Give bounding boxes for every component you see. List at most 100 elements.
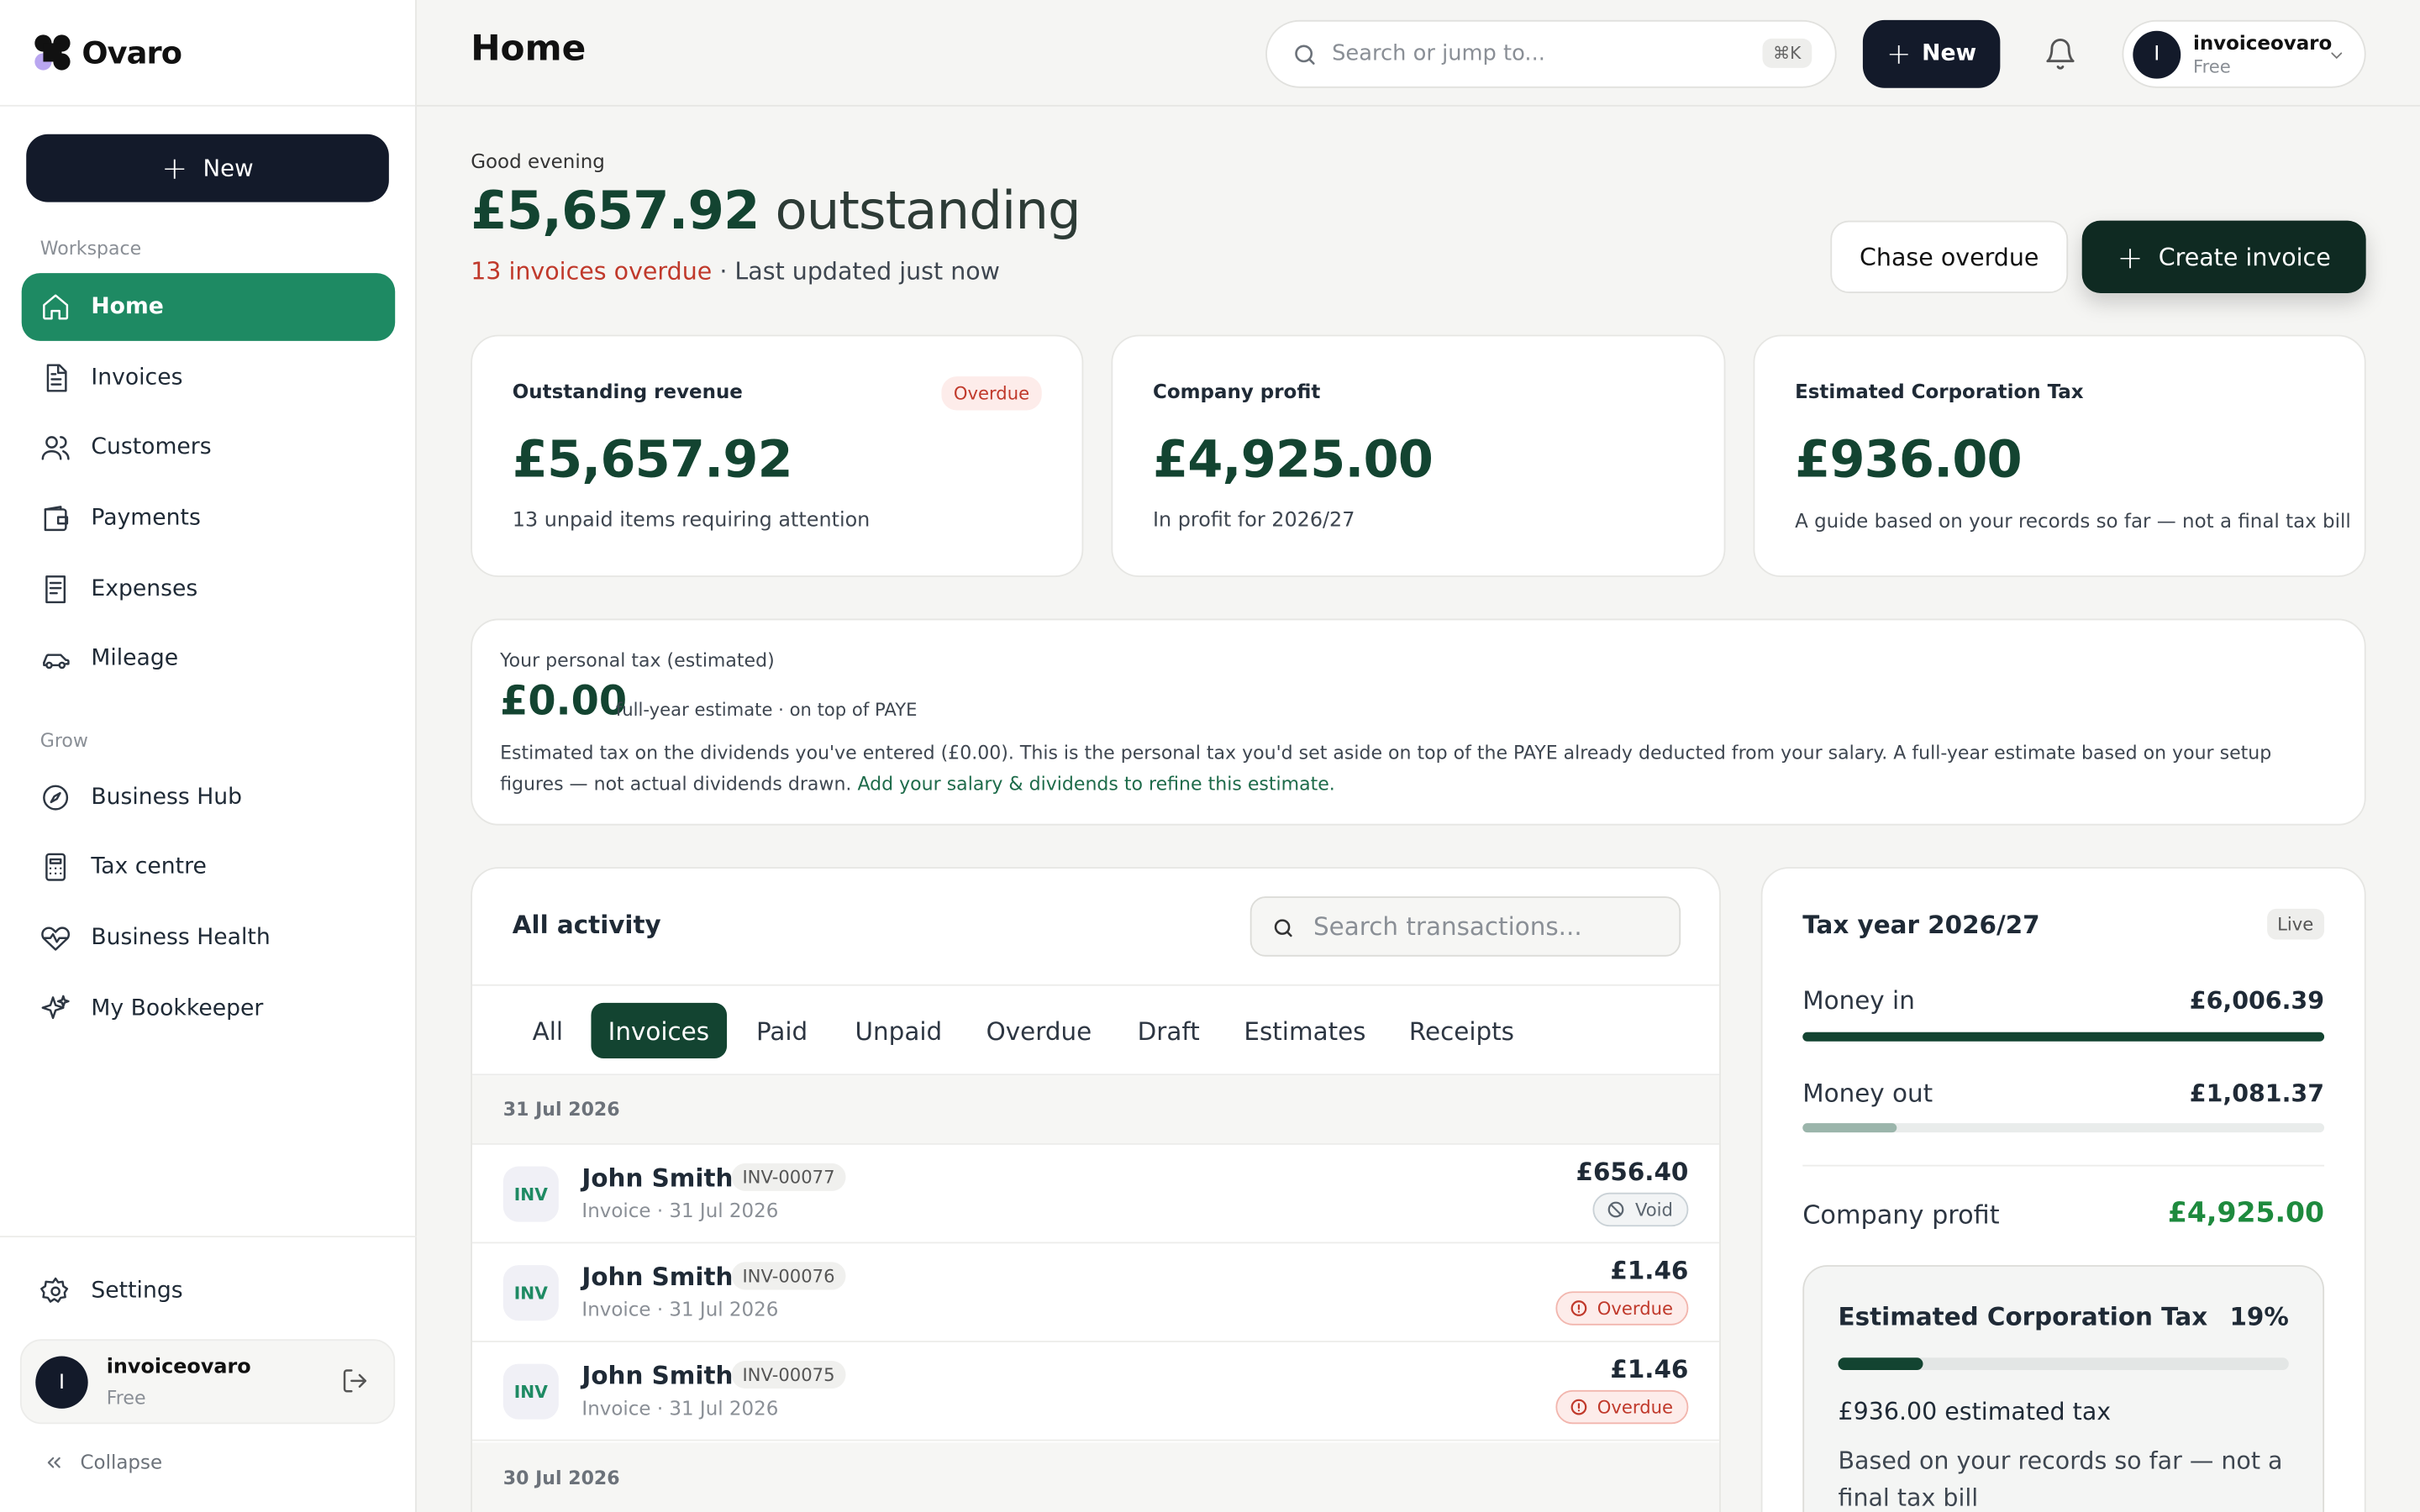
ect-desc: Based on your records so far — not a fin… (1838, 1446, 2283, 1512)
row-amount: £1.46 (1610, 1354, 1689, 1384)
row-invoice-code: INV-00077 (731, 1163, 846, 1191)
create-invoice-button[interactable]: + Create invoice (2081, 220, 2366, 293)
invoice-type-badge: INV (502, 1166, 559, 1222)
sidebar-item-home[interactable]: Home (21, 273, 396, 341)
car-icon (43, 654, 70, 669)
divider (1802, 1164, 2325, 1167)
date-group-header: 30 Jul 2026 (472, 1442, 1720, 1512)
plus-icon: + (161, 150, 188, 187)
ban-icon (1608, 1201, 1625, 1218)
tab-invoices[interactable]: Invoices (591, 1002, 727, 1058)
topbar-new-label: New (1922, 41, 1977, 66)
personal-tax-desc-text: Estimated tax on the dividends you've en… (500, 742, 2272, 795)
stat-desc: A guide based on your records so far — n… (1795, 509, 2351, 533)
stat-label: Estimated Corporation Tax (1795, 379, 2084, 403)
sidebar-item-invoices[interactable]: Invoices (22, 344, 395, 412)
invoice-type-badge: INV (502, 1363, 559, 1420)
personal-tax-note: full-year estimate · on top of PAYE (615, 699, 918, 721)
greeting: Good evening (471, 150, 605, 173)
sidebar-item-my-bookkeeper[interactable]: My Bookkeeper (22, 975, 395, 1043)
user-plan: Free (106, 1387, 146, 1409)
table-row[interactable]: INV John Smith INV-00075 Invoice · 31 Ju… (472, 1341, 1720, 1441)
sidebar-item-mileage[interactable]: Mileage (22, 625, 395, 693)
status-label: Overdue (1597, 1396, 1673, 1418)
stat-card-corporation-tax[interactable]: Estimated Corporation Tax £936.00 A guid… (1753, 334, 2366, 577)
alert-circle-icon (1570, 1399, 1587, 1415)
collapse-button[interactable]: Collapse (43, 1450, 162, 1473)
brand[interactable]: Ovaro (0, 0, 416, 107)
personal-tax-label: Your personal tax (estimated) (500, 649, 775, 671)
transactions-search-input[interactable]: Search transactions... (1249, 896, 1681, 957)
account-menu[interactable]: I invoiceovaro Free (2122, 19, 2366, 88)
tab-overdue[interactable]: Overdue (969, 1003, 1108, 1058)
brand-name: Ovaro (82, 34, 182, 71)
row-subtitle: Invoice · 31 Jul 2026 (581, 1396, 779, 1420)
sidebar-item-customers[interactable]: Customers (22, 413, 395, 481)
stat-label: Outstanding revenue (512, 379, 743, 403)
receipt-icon (45, 575, 66, 604)
plus-icon: + (2117, 238, 2144, 276)
money-in-bar-fill (1802, 1032, 2325, 1042)
sidebar-item-label: Business Hub (91, 785, 243, 811)
money-in-label: Money in (1802, 985, 1915, 1016)
money-in-bar (1802, 1032, 2325, 1042)
section-workspace: Workspace (39, 237, 142, 260)
global-search-placeholder: Search or jump to... (1332, 41, 1545, 66)
sidebar-new-label: New (203, 154, 254, 182)
compass-icon (43, 785, 69, 811)
stat-card-profit[interactable]: Company profit £4,925.00 In profit for 2… (1111, 334, 1726, 577)
updated-text: · Last updated just now (719, 257, 1000, 286)
ect-bar-fill (1838, 1357, 1924, 1370)
row-invoice-code: INV-00075 (731, 1360, 846, 1389)
sidebar-user-card[interactable]: I invoiceovaro Free (19, 1339, 396, 1425)
personal-tax-value: £0.00 (500, 679, 628, 726)
tab-paid[interactable]: Paid (739, 1003, 825, 1058)
table-row[interactable]: INV John Smith INV-00076 Invoice · 31 Ju… (472, 1243, 1720, 1342)
tab-receipts[interactable]: Receipts (1392, 1003, 1531, 1058)
global-search-input[interactable]: Search or jump to... ⌘K (1265, 19, 1837, 88)
sidebar-item-label: Customers (91, 434, 212, 460)
sidebar-item-business-health[interactable]: Business Health (22, 904, 395, 972)
ect-title: Estimated Corporation Tax (1838, 1302, 2208, 1332)
wallet-icon (44, 506, 69, 532)
stat-value: £5,657.92 (512, 428, 793, 490)
row-subtitle: Invoice · 31 Jul 2026 (581, 1199, 779, 1222)
ect-amount: £936.00 estimated tax (1838, 1398, 2112, 1426)
sidebar-item-settings[interactable]: Settings (22, 1257, 395, 1326)
stat-desc: In profit for 2026/27 (1153, 509, 1355, 533)
bell-icon[interactable] (2044, 37, 2077, 71)
row-invoice-code: INV-00076 (731, 1262, 846, 1290)
status-label: Void (1634, 1199, 1673, 1221)
refine-estimate-link[interactable]: Add your salary & dividends to refine th… (857, 773, 1334, 795)
sidebar-item-business-hub[interactable]: Business Hub (22, 764, 395, 832)
chevron-down-icon (2331, 52, 2343, 60)
personal-tax-card: Your personal tax (estimated) £0.00 full… (471, 618, 2366, 826)
tab-all[interactable]: All (515, 1003, 580, 1058)
transactions-search-placeholder: Search transactions... (1313, 911, 1582, 942)
topbar-new-button[interactable]: + New (1862, 19, 2001, 88)
sidebar-new-button[interactable]: + New (26, 134, 389, 202)
chase-overdue-button[interactable]: Chase overdue (1830, 220, 2069, 293)
logout-icon[interactable] (341, 1367, 369, 1394)
table-row[interactable]: INV John Smith INV-00077 Invoice · 31 Ju… (472, 1144, 1720, 1244)
tab-unpaid[interactable]: Unpaid (838, 1003, 959, 1058)
sidebar-item-payments[interactable]: Payments (22, 485, 395, 553)
overdue-summary: 13 invoices overdue · Last updated just … (471, 258, 1000, 286)
sidebar-item-expenses[interactable]: Expenses (22, 555, 395, 623)
row-customer: John Smith (581, 1163, 734, 1193)
sidebar-item-tax-centre[interactable]: Tax centre (22, 833, 395, 901)
user-name: invoiceovaro (106, 1356, 251, 1380)
outstanding-headline: £5,657.92 outstanding (471, 181, 1081, 242)
status-badge: Void (1593, 1192, 1689, 1227)
tab-draft[interactable]: Draft (1120, 1003, 1216, 1058)
status-badge: Overdue (1555, 1291, 1689, 1326)
corporation-tax-box: Estimated Corporation Tax 19% £936.00 es… (1802, 1265, 2325, 1512)
personal-tax-desc: Estimated tax on the dividends you've en… (500, 738, 2306, 799)
stat-card-outstanding[interactable]: Outstanding revenue Overdue £5,657.92 13… (471, 334, 1084, 577)
tab-estimates[interactable]: Estimates (1227, 1003, 1383, 1058)
search-icon (1295, 44, 1315, 64)
page-title: Home (471, 29, 587, 70)
section-grow: Grow (39, 729, 88, 752)
chevrons-left-icon (47, 1456, 60, 1467)
overdue-link[interactable]: 13 invoices overdue (471, 258, 712, 286)
